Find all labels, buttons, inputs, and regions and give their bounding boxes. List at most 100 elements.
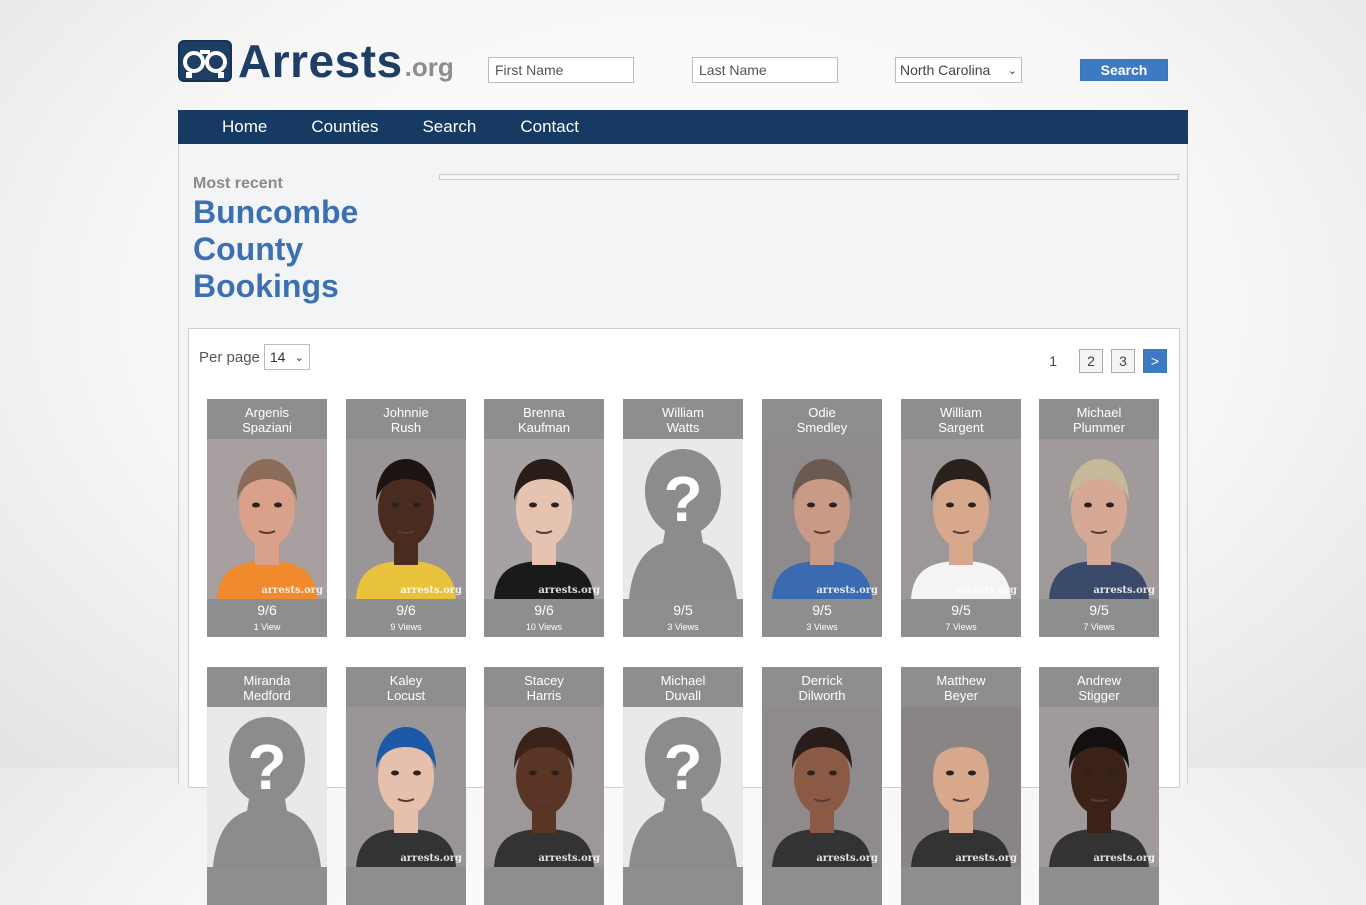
- booking-card[interactable]: William Watts? 9/5 3 Views: [623, 399, 743, 637]
- booking-name[interactable]: Michael Plummer: [1039, 399, 1159, 439]
- booking-card[interactable]: Argenis Spaziani arrests.org 9/6 1 View: [207, 399, 327, 637]
- per-page-label: Per page: [199, 348, 260, 366]
- mugshot-photo[interactable]: arrests.org: [1039, 439, 1159, 599]
- booking-last-name: Beyer: [944, 688, 978, 703]
- booking-name[interactable]: Miranda Medford: [207, 667, 327, 707]
- nav-counties[interactable]: Counties: [311, 117, 378, 137]
- booking-date: [207, 867, 327, 889]
- next-page-button[interactable]: >: [1143, 349, 1167, 373]
- booking-first-name: William: [940, 405, 982, 420]
- watermark: arrests.org: [538, 853, 600, 864]
- booking-card[interactable]: Michael Duvall?: [623, 667, 743, 905]
- mugshot-photo[interactable]: arrests.org: [207, 439, 327, 599]
- booking-card[interactable]: Brenna Kaufman arrests.org 9/6 10 Views: [484, 399, 604, 637]
- booking-last-name: Spaziani: [242, 420, 292, 435]
- booking-date: [623, 867, 743, 889]
- first-name-input[interactable]: [488, 57, 634, 83]
- mugshot-photo[interactable]: arrests.org: [484, 439, 604, 599]
- page-link-3[interactable]: 3: [1111, 349, 1135, 373]
- nav-home[interactable]: Home: [222, 117, 267, 137]
- page-title-line: Buncombe: [193, 194, 359, 230]
- booking-card[interactable]: Johnnie Rush arrests.org 9/6 9 Views: [346, 399, 466, 637]
- state-select-value: North Carolina: [900, 62, 991, 78]
- booking-name[interactable]: William Watts: [623, 399, 743, 439]
- booking-date: 9/6: [534, 602, 554, 618]
- state-select[interactable]: North Carolina ⌄: [895, 57, 1022, 83]
- booking-card[interactable]: Andrew Stigger arrests.org: [1039, 667, 1159, 905]
- mugshot-photo[interactable]: arrests.org: [484, 707, 604, 867]
- booking-name[interactable]: Derrick Dilworth: [762, 667, 882, 707]
- booking-card[interactable]: Matthew Beyer arrests.org: [901, 667, 1021, 905]
- booking-first-name: Kaley: [389, 673, 423, 688]
- booking-last-name: Harris: [526, 688, 562, 703]
- booking-name[interactable]: Argenis Spaziani: [207, 399, 327, 439]
- unknown-person-placeholder-icon[interactable]: ?: [207, 707, 327, 867]
- logo-suffix: .org: [404, 52, 454, 82]
- booking-last-name: Rush: [390, 420, 422, 435]
- booking-name[interactable]: Brenna Kaufman: [484, 399, 604, 439]
- booking-views: 9 Views: [390, 622, 422, 632]
- booking-views: 10 Views: [525, 622, 563, 632]
- booking-date: 9/5: [812, 602, 832, 618]
- booking-name[interactable]: Andrew Stigger: [1039, 667, 1159, 707]
- booking-first-name: Odie: [808, 405, 836, 420]
- booking-last-name: Plummer: [1072, 420, 1125, 435]
- booking-views: 3 Views: [806, 622, 838, 632]
- mugshot-photo[interactable]: arrests.org: [346, 439, 466, 599]
- watermark: arrests.org: [1093, 585, 1155, 596]
- booking-card[interactable]: Odie Smedley arrests.org 9/5 3 Views: [762, 399, 882, 637]
- booking-last-name: Medford: [243, 688, 291, 703]
- pagination: 1 2 3 >: [1049, 349, 1167, 373]
- mugshot-photo[interactable]: arrests.org: [346, 707, 466, 867]
- booking-first-name: Derrick: [801, 673, 843, 688]
- booking-date: [484, 867, 604, 889]
- booking-card[interactable]: Derrick Dilworth arrests.org: [762, 667, 882, 905]
- booking-date: [346, 867, 466, 889]
- main-content: Most recent Buncombe County Bookings Per…: [178, 144, 1188, 905]
- nav-search[interactable]: Search: [422, 117, 476, 137]
- booking-name[interactable]: William Sargent: [901, 399, 1021, 439]
- booking-name[interactable]: Johnnie Rush: [346, 399, 466, 439]
- site-logo[interactable]: Arrests .org: [178, 35, 454, 87]
- watermark: arrests.org: [261, 585, 323, 596]
- unknown-person-placeholder-icon[interactable]: ?: [623, 439, 743, 599]
- watermark: arrests.org: [816, 853, 878, 864]
- nav-contact[interactable]: Contact: [520, 117, 579, 137]
- booking-card[interactable]: William Sargent arrests.org 9/5 7 Views: [901, 399, 1021, 637]
- chevron-down-icon: ⌄: [294, 351, 304, 364]
- logo-text: Arrests: [238, 35, 403, 87]
- mugshot-photo[interactable]: arrests.org: [762, 439, 882, 599]
- mugshot-photo[interactable]: arrests.org: [901, 439, 1021, 599]
- booking-date: 9/6: [257, 602, 277, 618]
- booking-name[interactable]: Matthew Beyer: [901, 667, 1021, 707]
- booking-views: 7 Views: [1083, 622, 1115, 632]
- per-page-select[interactable]: 14 ⌄: [263, 344, 310, 370]
- booking-card[interactable]: Stacey Harris arrests.org: [484, 667, 604, 905]
- booking-card[interactable]: Michael Plummer arrests.org 9/5 7 Views: [1039, 399, 1159, 637]
- booking-first-name: Andrew: [1076, 673, 1122, 688]
- last-name-input[interactable]: [692, 57, 838, 83]
- search-button[interactable]: Search: [1080, 59, 1168, 81]
- booking-name[interactable]: Kaley Locust: [346, 667, 466, 707]
- handcuffs-logo-icon: [178, 40, 232, 82]
- booking-name[interactable]: Stacey Harris: [484, 667, 604, 707]
- mugshot-photo[interactable]: arrests.org: [901, 707, 1021, 867]
- watermark: arrests.org: [1093, 853, 1155, 864]
- bookings-panel: Per page 14 ⌄ 1 2 3 > Argenis Spaziani arr…: [188, 328, 1180, 905]
- booking-card[interactable]: Miranda Medford?: [207, 667, 327, 905]
- mugshot-photo[interactable]: arrests.org: [1039, 707, 1159, 867]
- mugshot-photo[interactable]: arrests.org: [762, 707, 882, 867]
- current-page: 1: [1049, 353, 1057, 369]
- booking-date: 9/6: [396, 602, 416, 618]
- page-link-2[interactable]: 2: [1079, 349, 1103, 373]
- booking-first-name: Matthew: [936, 673, 986, 688]
- booking-date: [1039, 867, 1159, 889]
- booking-card[interactable]: Kaley Locust arrests.org: [346, 667, 466, 905]
- booking-views: 7 Views: [945, 622, 977, 632]
- unknown-person-placeholder-icon[interactable]: ?: [623, 707, 743, 867]
- booking-name[interactable]: Odie Smedley: [762, 399, 882, 439]
- booking-first-name: Michael: [1076, 405, 1122, 420]
- booking-last-name: Watts: [666, 420, 700, 435]
- booking-name[interactable]: Michael Duvall: [623, 667, 743, 707]
- site-header: Arrests .org North Carolina ⌄ Search: [178, 30, 1188, 100]
